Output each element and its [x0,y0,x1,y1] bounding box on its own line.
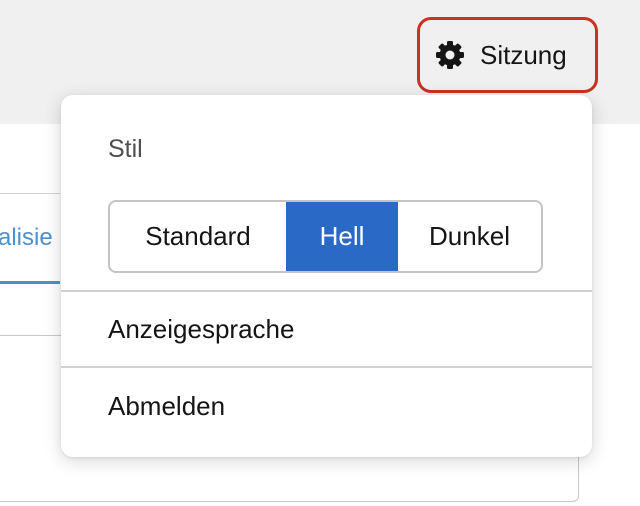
session-menu-button[interactable]: Sitzung [417,17,598,93]
background-tab[interactable]: alisie [0,193,60,284]
menu-item-label: Abmelden [108,390,226,421]
background-tab-label: alisie [0,223,53,251]
gear-icon [434,39,466,71]
menu-item-label: Anzeigesprache [108,313,295,344]
style-option-standard[interactable]: Standard [110,202,286,271]
menu-item-display-language[interactable]: Anzeigesprache [61,292,592,366]
style-heading: Stil [108,135,143,163]
style-option-dunkel[interactable]: Dunkel [398,202,541,271]
style-option-hell[interactable]: Hell [286,202,398,271]
session-dropdown-menu: Stil Standard Hell Dunkel Anzeigesprache… [61,95,592,457]
session-label: Sitzung [480,39,567,70]
style-toggle-group: Standard Hell Dunkel [108,200,543,273]
menu-item-logout[interactable]: Abmelden [61,368,592,444]
